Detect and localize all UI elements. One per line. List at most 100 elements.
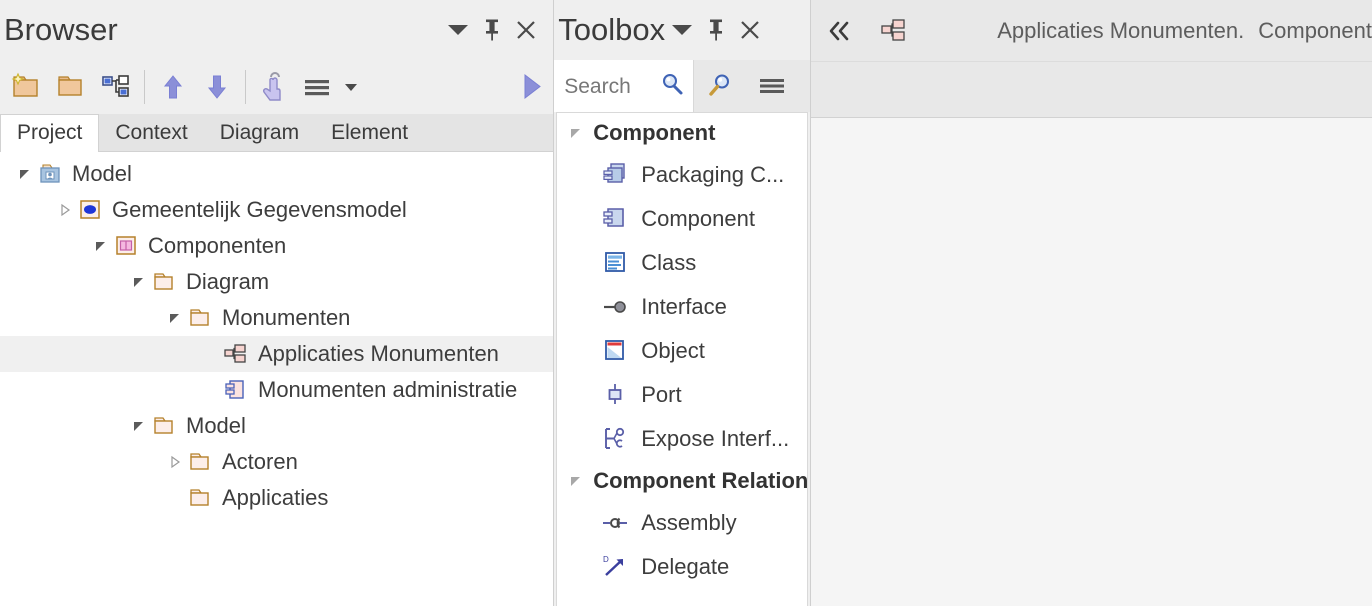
tree-item-label: Gemeentelijk Gegevensmodel — [112, 199, 407, 221]
breadcrumb-item-diagram[interactable]: Applicaties Monumenten. — [997, 20, 1244, 42]
tab-element-label: Element — [331, 121, 408, 145]
twisty-expanded-icon[interactable] — [565, 470, 587, 492]
run-button[interactable] — [509, 65, 553, 109]
find-toolbox-item-button[interactable] — [694, 60, 746, 112]
twisty-expanded-icon[interactable] — [90, 235, 112, 257]
twisty-none — [164, 487, 186, 509]
diagram-toolstrip — [811, 62, 1372, 118]
tree-item-applicaties[interactable]: Applicaties — [0, 480, 553, 516]
tree-item-label: Applicaties — [222, 487, 328, 509]
tab-project[interactable]: Project — [0, 114, 99, 152]
component-diagram-icon — [879, 18, 909, 44]
breadcrumb-item-type[interactable]: Component — [1258, 20, 1372, 42]
twisty-expanded-icon[interactable] — [128, 271, 150, 293]
tree-item-model-root[interactable]: Model — [0, 156, 553, 192]
tree-item-label: Componenten — [148, 235, 286, 257]
select-mode-button[interactable] — [252, 65, 296, 109]
hierarchy-icon — [99, 72, 133, 102]
tab-element[interactable]: Element — [315, 114, 424, 151]
package-icon — [150, 270, 178, 294]
browser-tab-row: Project Context Diagram Element — [0, 114, 553, 152]
toolbox-group-component[interactable]: Component — [557, 113, 807, 153]
toolbox-item-class[interactable]: Class — [557, 241, 807, 285]
toolbox-close-button[interactable] — [733, 13, 767, 47]
tab-diagram[interactable]: Diagram — [204, 114, 315, 151]
component-icon — [599, 205, 631, 233]
hand-pointer-icon — [259, 71, 289, 103]
tree-item-gemeentelijk-gegevensmodel[interactable]: Gemeentelijk Gegevensmodel — [0, 192, 553, 228]
options-menu-caret-button[interactable] — [340, 65, 362, 109]
toolbox-item-assembly[interactable]: Assembly — [557, 501, 807, 545]
move-up-button[interactable] — [151, 65, 195, 109]
toolbox-item-label: Expose Interf... — [641, 426, 789, 452]
close-icon — [738, 18, 762, 42]
toolbox-options-button[interactable] — [746, 60, 798, 112]
tree-item-componenten[interactable]: Componenten — [0, 228, 553, 264]
open-package-button[interactable] — [50, 65, 94, 109]
show-hierarchy-button[interactable] — [94, 65, 138, 109]
hamburger-icon — [301, 72, 335, 102]
twisty-collapsed-icon[interactable] — [54, 199, 76, 221]
toolbox-panel: Toolbox Search — [553, 0, 810, 606]
toolbox-menu-dropdown-button[interactable] — [665, 13, 699, 47]
search-input[interactable]: Search — [554, 60, 694, 112]
tree-item-monumenten-folder[interactable]: Monumenten — [0, 300, 553, 336]
tree-item-diagram-folder[interactable]: Diagram — [0, 264, 553, 300]
project-tree[interactable]: Model Gemeentelijk Gegevensmodel — [0, 152, 553, 606]
close-icon — [514, 18, 538, 42]
play-triangle-icon — [514, 70, 548, 104]
package-icon — [186, 450, 214, 474]
toolbox-group-label: Component Relation — [593, 468, 808, 494]
view-blue-icon — [76, 198, 104, 222]
toolbox-item-component[interactable]: Component — [557, 197, 807, 241]
delegate-arrow-icon: D — [599, 553, 631, 581]
toolbox-item-interface[interactable]: Interface — [557, 285, 807, 329]
twisty-none — [200, 343, 222, 365]
package-icon — [186, 486, 214, 510]
tree-item-monumenten-administratie[interactable]: Monumenten administratie — [0, 372, 553, 408]
toolbox-item-object[interactable]: Object — [557, 329, 807, 373]
twisty-expanded-icon[interactable] — [164, 307, 186, 329]
tab-context[interactable]: Context — [99, 114, 203, 151]
toolbox-group-label: Component — [593, 120, 715, 146]
twisty-expanded-icon[interactable] — [565, 122, 587, 144]
browser-menu-dropdown-button[interactable] — [441, 13, 475, 47]
toolbox-item-port[interactable]: Port — [557, 373, 807, 417]
toolbox-item-delegate[interactable]: D Delegate — [557, 545, 807, 589]
toolbox-titlebar: Toolbox — [554, 0, 810, 60]
toolbar-separator-1 — [144, 70, 145, 104]
collapse-left-button[interactable] — [811, 0, 867, 61]
tab-diagram-label: Diagram — [220, 121, 299, 145]
chevron-down-icon — [343, 80, 359, 94]
twisty-collapsed-icon[interactable] — [164, 451, 186, 473]
diagram-area: Applicaties Monumenten. Component — [810, 0, 1372, 606]
toolbox-item-packaging-component[interactable]: Packaging C... — [557, 153, 807, 197]
browser-panel-title: Browser — [4, 12, 118, 48]
move-down-button[interactable] — [195, 65, 239, 109]
toolbox-pin-button[interactable] — [699, 13, 733, 47]
tree-item-actoren[interactable]: Actoren — [0, 444, 553, 480]
toolbox-item-expose-interface[interactable]: Expose Interf... — [557, 417, 807, 461]
search-placeholder: Search — [564, 76, 659, 97]
packaging-component-icon — [599, 161, 631, 189]
toolbox-group-component-relation[interactable]: Component Relation — [557, 461, 807, 501]
toolbox-panel-title: Toolbox — [558, 12, 665, 48]
twisty-expanded-icon[interactable] — [14, 163, 36, 185]
browser-close-button[interactable] — [509, 13, 543, 47]
toolbox-item-list: Component Packaging C... — [556, 112, 808, 606]
object-icon — [599, 337, 631, 365]
diagram-canvas[interactable] — [811, 118, 1372, 606]
options-menu-button[interactable] — [296, 65, 340, 109]
new-package-button[interactable] — [6, 65, 50, 109]
svg-text:D: D — [603, 555, 609, 564]
browser-toolbar — [0, 60, 553, 114]
hamburger-icon — [757, 73, 787, 99]
toolbox-item-label: Class — [641, 250, 696, 276]
folder-icon — [55, 72, 89, 102]
browser-pin-button[interactable] — [475, 13, 509, 47]
breadcrumb-diagram-icon — [867, 0, 921, 61]
tree-item-label: Diagram — [186, 271, 269, 293]
twisty-expanded-icon[interactable] — [128, 415, 150, 437]
tree-item-model-package[interactable]: Model — [0, 408, 553, 444]
tree-item-applicaties-monumenten[interactable]: Applicaties Monumenten — [0, 336, 553, 372]
